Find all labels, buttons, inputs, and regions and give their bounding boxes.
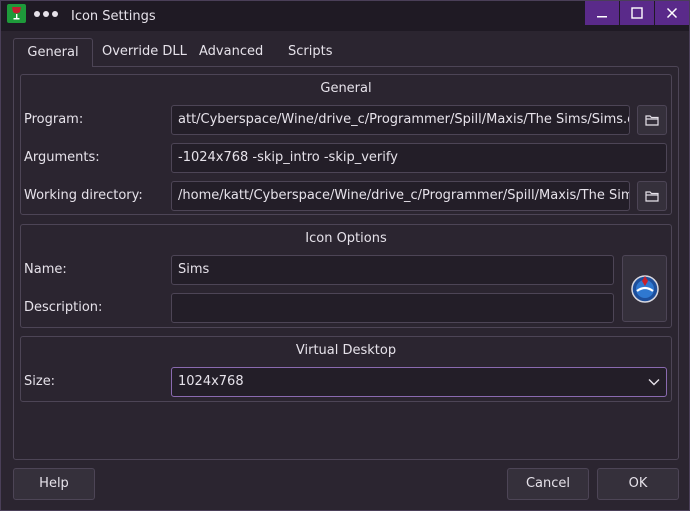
chevron-down-icon [648, 379, 660, 386]
virtual-desktop-group-title: Virtual Desktop [295, 343, 397, 358]
size-select-value: 1024x768 [178, 374, 244, 389]
program-label: Program: [24, 112, 84, 127]
working-directory-label: Working directory: [24, 188, 143, 203]
icon-picker-button[interactable] [622, 255, 667, 322]
tab-general[interactable]: General [13, 38, 93, 67]
wine-glass-icon [7, 4, 26, 23]
title-bar[interactable]: Icon Settings [1, 1, 689, 31]
description-label: Description: [24, 300, 103, 315]
sims-logo-icon [631, 275, 659, 303]
size-label: Size: [24, 374, 56, 389]
name-label: Name: [24, 262, 67, 277]
maximize-icon [631, 7, 643, 19]
tab-advanced[interactable]: Advanced [190, 38, 272, 67]
program-browse-button[interactable] [637, 105, 667, 135]
window-title: Icon Settings [71, 9, 156, 24]
help-button[interactable]: Help [13, 468, 95, 500]
folder-icon [645, 115, 659, 126]
icon-options-group-title: Icon Options [305, 231, 387, 246]
program-input[interactable]: att/Cyberspace/Wine/drive_c/Programmer/S… [171, 105, 630, 135]
working-directory-browse-button[interactable] [637, 181, 667, 211]
arguments-label: Arguments: [24, 150, 100, 165]
tab-override-dll[interactable]: Override DLL [93, 38, 196, 67]
icon-settings-window: Icon Settings General Override DLL Advan… [0, 0, 690, 511]
cancel-button[interactable]: Cancel [507, 468, 589, 500]
working-directory-input[interactable]: /home/katt/Cyberspace/Wine/drive_c/Progr… [171, 181, 630, 211]
name-input[interactable]: Sims [171, 255, 614, 285]
tab-scripts[interactable]: Scripts [279, 38, 341, 67]
size-select[interactable]: 1024x768 [171, 367, 667, 397]
description-input[interactable] [171, 293, 614, 323]
minimize-icon [597, 16, 607, 18]
menu-dots-icon[interactable] [34, 9, 60, 19]
arguments-input[interactable]: -1024x768 -skip_intro -skip_verify [171, 143, 667, 173]
maximize-button[interactable] [620, 1, 654, 25]
ok-button[interactable]: OK [597, 468, 679, 500]
minimize-button[interactable] [585, 1, 619, 25]
general-group-title: General [320, 81, 372, 96]
close-button[interactable] [655, 1, 689, 25]
close-icon [666, 7, 678, 19]
folder-icon [645, 191, 659, 202]
